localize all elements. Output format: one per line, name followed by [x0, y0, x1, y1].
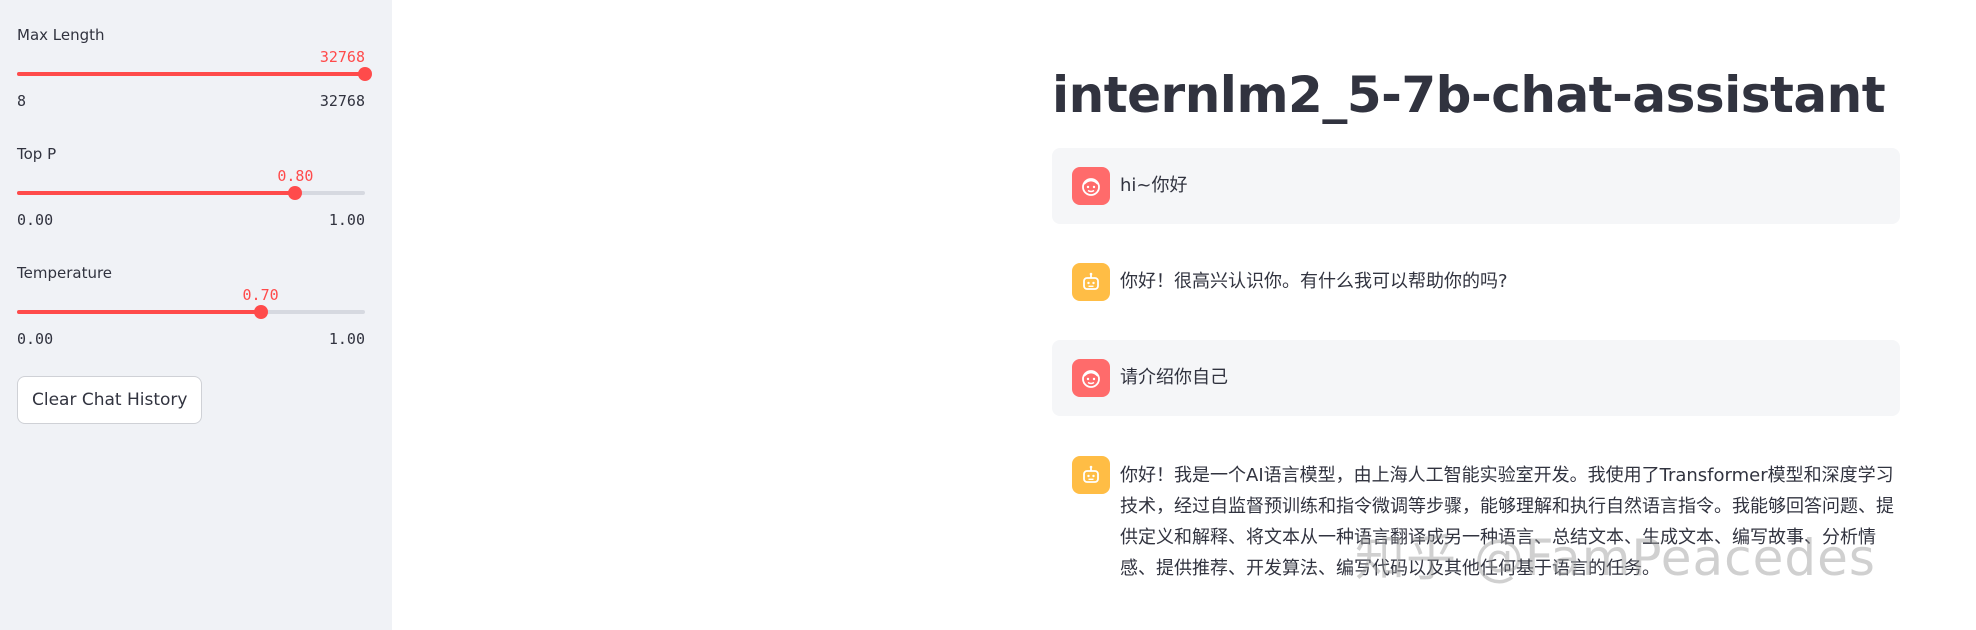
slider-temperature: Temperature 0.70 0.00 1.00 [17, 264, 365, 364]
slider-track[interactable] [17, 186, 365, 200]
slider-label: Temperature [17, 264, 113, 282]
robot-icon [1083, 465, 1099, 483]
message-text: 你好！很高兴认识你。有什么我可以帮助你的吗? [1120, 271, 1508, 292]
slider-max-label: 1.00 [328, 211, 365, 229]
user-avatar [1072, 167, 1110, 205]
slider-track[interactable] [17, 67, 372, 81]
face-icon [1082, 370, 1100, 388]
assistant-avatar [1072, 456, 1110, 494]
slider-thumb[interactable] [288, 186, 303, 200]
message-text: hi~你好 [1120, 175, 1188, 196]
slider-track[interactable] [17, 305, 365, 319]
slider-fill [17, 72, 365, 76]
watermark: 知乎 @FamPeacedes [1355, 529, 1876, 587]
chat-message-user: hi~你好 [1052, 148, 1900, 224]
clear-chat-history-button[interactable]: Clear Chat History [17, 376, 203, 424]
slider-min-label: 0.00 [17, 330, 54, 348]
slider-top-p: Top P 0.80 0.00 1.00 [17, 145, 365, 245]
slider-max-length: Max Length 32768 8 32768 [17, 26, 372, 126]
slider-max-label: 1.00 [328, 330, 365, 348]
slider-label: Max Length [17, 26, 105, 44]
slider-current-value: 0.70 [242, 286, 279, 304]
chat-message-user: 请介绍你自己 [1052, 340, 1900, 416]
face-icon [1082, 178, 1100, 196]
sidebar: Max Length 32768 8 32768 Top P 0.80 0.00… [0, 0, 392, 630]
slider-min-label: 8 [17, 92, 27, 110]
user-avatar [1072, 359, 1110, 397]
slider-thumb[interactable] [358, 67, 372, 81]
slider-label: Top P [17, 145, 57, 163]
page-title: internlm2_5-7b-chat-assistant [1052, 66, 1886, 124]
robot-icon [1083, 272, 1099, 290]
message-text: 请介绍你自己 [1120, 367, 1228, 388]
chat-message-assistant: 你好！很高兴认识你。有什么我可以帮助你的吗? [1052, 244, 1900, 320]
slider-current-value: 32768 [319, 48, 365, 66]
assistant-avatar [1072, 263, 1110, 301]
slider-thumb[interactable] [253, 305, 268, 319]
slider-fill [17, 310, 261, 314]
slider-fill [17, 191, 296, 195]
slider-current-value: 0.80 [277, 167, 314, 185]
slider-min-label: 0.00 [17, 211, 54, 229]
slider-max-label: 32768 [319, 92, 365, 110]
